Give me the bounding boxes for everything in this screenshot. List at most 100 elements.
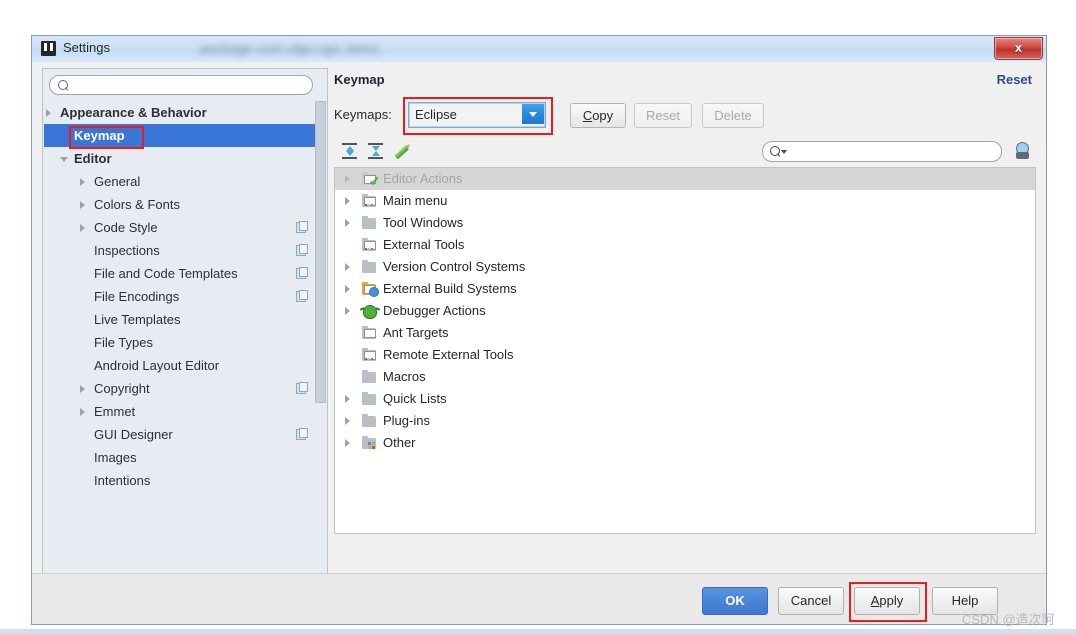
cancel-button[interactable]: Cancel: [778, 587, 844, 615]
tree-row[interactable]: Ant Targets: [335, 322, 1035, 344]
folder-icon: [362, 392, 377, 406]
tree-row[interactable]: Quick Lists: [335, 388, 1035, 410]
folder-icon: [362, 414, 377, 428]
chevron-right-icon[interactable]: [345, 307, 350, 315]
chevron-right-icon[interactable]: [345, 395, 350, 403]
folder-icon: [362, 260, 377, 274]
tree-row-label: Debugger Actions: [383, 303, 486, 318]
tree-row[interactable]: Tool Windows: [335, 212, 1035, 234]
keymap-search-input[interactable]: [790, 144, 993, 160]
tree-row-label: Quick Lists: [383, 391, 447, 406]
chevron-right-icon[interactable]: [80, 178, 85, 186]
sidebar-item-file-encodings[interactable]: File Encodings: [44, 285, 326, 308]
dialog-footer: OK Cancel Apply Help: [32, 573, 1046, 624]
chevron-right-icon[interactable]: [80, 224, 85, 232]
sidebar-item-file-and-code-templates[interactable]: File and Code Templates: [44, 262, 326, 285]
chevron-right-icon[interactable]: [80, 201, 85, 209]
keymap-item-annotation: [69, 126, 144, 149]
copy-settings-icon: [296, 290, 308, 302]
sidebar-item-label: Copyright: [94, 381, 150, 396]
chevron-down-icon[interactable]: [60, 157, 68, 162]
close-icon: x: [1014, 40, 1023, 55]
chevron-down-icon[interactable]: [781, 150, 787, 154]
sidebar-scrollbar-thumb[interactable]: [315, 101, 326, 403]
tree-row[interactable]: Main menu: [335, 190, 1035, 212]
tree-row[interactable]: Version Control Systems: [335, 256, 1035, 278]
edit-shortcut-button[interactable]: [390, 140, 412, 162]
tree-row-label: Editor Actions: [383, 171, 463, 186]
tree-row[interactable]: Macros: [335, 366, 1035, 388]
sidebar-item-file-types[interactable]: File Types: [44, 331, 326, 354]
sidebar-item-android-layout-editor[interactable]: Android Layout Editor: [44, 354, 326, 377]
sidebar-item-emmet[interactable]: Emmet: [44, 400, 326, 423]
desktop-strip: [0, 629, 1076, 634]
tree-row[interactable]: Editor Actions: [335, 168, 1035, 190]
copy-settings-icon: [296, 267, 308, 279]
window-dots-folder-icon: [362, 194, 377, 208]
tree-row-label: External Tools: [383, 237, 465, 252]
folder-gear-icon: [362, 282, 379, 297]
chevron-right-icon[interactable]: [345, 417, 350, 425]
expand-all-icon: [342, 143, 357, 159]
reset-link[interactable]: Reset: [997, 72, 1032, 87]
keyboard-base-icon: [1016, 152, 1029, 159]
tree-row-label: Tool Windows: [383, 215, 464, 230]
sidebar-item-colors-fonts[interactable]: Colors & Fonts: [44, 193, 326, 216]
bug-icon: [362, 304, 377, 319]
reset-button: Reset: [634, 103, 692, 128]
chevron-right-icon[interactable]: [345, 263, 350, 271]
keymap-action-tree[interactable]: Editor Actions Main menu Tool Windows Exter…: [334, 167, 1036, 534]
keymap-search-box[interactable]: [762, 141, 1002, 162]
sidebar-item-label: Intentions: [94, 473, 151, 488]
chevron-right-icon[interactable]: [46, 109, 51, 117]
sidebar-item-copyright[interactable]: Copyright: [44, 377, 326, 400]
window-title: Settings: [63, 40, 110, 55]
watermark: CSDN @造次阿: [962, 612, 1055, 627]
sidebar-item-inspections[interactable]: Inspections: [44, 239, 326, 262]
search-box[interactable]: [49, 75, 313, 95]
chevron-right-icon[interactable]: [345, 219, 350, 227]
tree-row-label: Plug-ins: [383, 413, 430, 428]
find-by-shortcut-icon[interactable]: [1012, 141, 1034, 161]
sidebar-item-general[interactable]: General: [44, 170, 326, 193]
sidebar-item-label: File Encodings: [94, 289, 180, 304]
sidebar-item-label: Colors & Fonts: [94, 197, 180, 212]
folder-icon: [362, 370, 377, 384]
tree-row[interactable]: External Build Systems: [335, 278, 1035, 300]
sidebar-item-keymap[interactable]: Keymap: [44, 124, 326, 149]
tree-row[interactable]: Debugger Actions: [335, 300, 1035, 322]
sidebar-item-editor[interactable]: Editor: [44, 147, 326, 170]
window-dots-folder-icon: [362, 348, 377, 362]
chevron-right-icon[interactable]: [345, 197, 350, 205]
copy-button[interactable]: Copy: [570, 103, 626, 128]
sidebar-item-appearance-behavior[interactable]: Appearance & Behavior: [44, 101, 326, 124]
sidebar-item-live-templates[interactable]: Live Templates: [44, 308, 326, 331]
sidebar-item-label: Code Style: [94, 220, 158, 235]
expand-all-button[interactable]: [338, 140, 360, 162]
sidebar-item-code-style[interactable]: Code Style: [44, 216, 326, 239]
tree-row-label: Other: [383, 435, 416, 450]
collapse-all-button[interactable]: [364, 140, 386, 162]
tree-row[interactable]: Remote External Tools: [335, 344, 1035, 366]
chevron-right-icon[interactable]: [345, 285, 350, 293]
tree-row[interactable]: External Tools: [335, 234, 1035, 256]
close-button[interactable]: x: [994, 37, 1043, 60]
search-input[interactable]: [72, 78, 304, 94]
chevron-right-icon[interactable]: [345, 439, 350, 447]
chevron-right-icon[interactable]: [345, 175, 350, 183]
copy-settings-icon: [296, 221, 308, 233]
sidebar-item-images[interactable]: Images: [44, 446, 326, 469]
tree-row[interactable]: Other: [335, 432, 1035, 454]
collapse-all-icon: [368, 143, 383, 159]
tree-row[interactable]: Plug-ins: [335, 410, 1035, 432]
keymap-toolbar: [334, 138, 1036, 164]
page-title: Keymap: [334, 72, 385, 87]
ok-button[interactable]: OK: [702, 587, 768, 615]
dialog-client-area: Appearance & Behavior Keymap Editor General…: [32, 62, 1046, 624]
sidebar-item-gui-designer[interactable]: GUI Designer: [44, 423, 326, 446]
chevron-right-icon[interactable]: [80, 408, 85, 416]
chevron-right-icon[interactable]: [80, 385, 85, 393]
window-green-check-folder-icon: [362, 172, 377, 186]
tree-row-label: Macros: [383, 369, 426, 384]
sidebar-item-intentions[interactable]: Intentions: [44, 469, 326, 492]
